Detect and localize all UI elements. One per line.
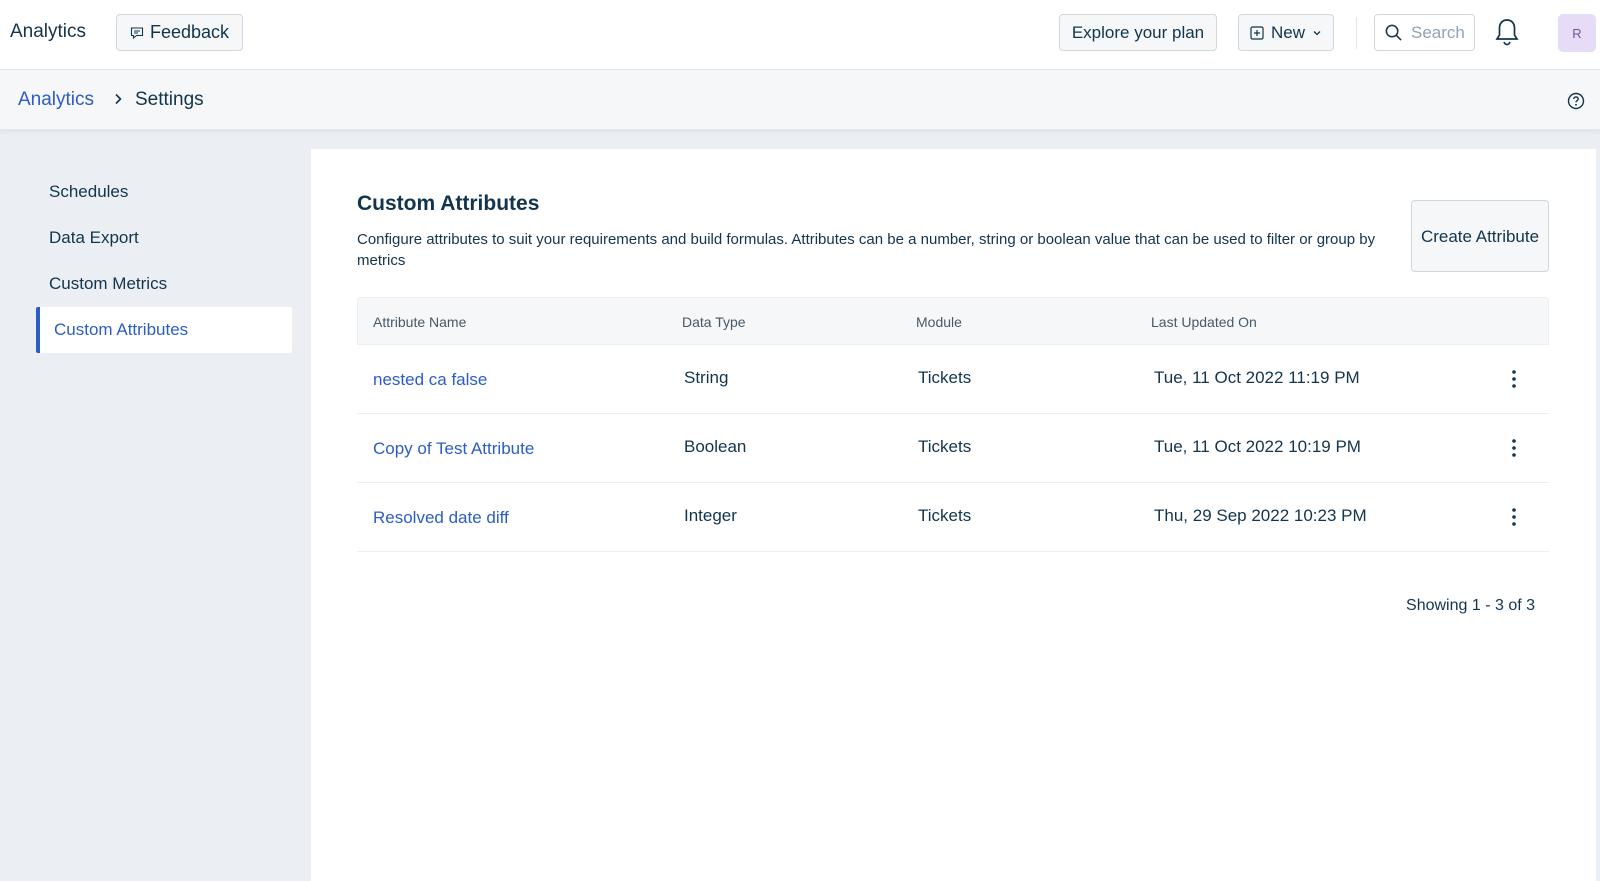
sidebar-item-schedules[interactable]: Schedules — [36, 169, 292, 215]
pagination-summary: Showing 1 - 3 of 3 — [1406, 597, 1535, 614]
help-icon[interactable] — [1567, 92, 1585, 110]
settings-sidebar: Schedules Data Export Custom Metrics Cus… — [17, 149, 311, 881]
header-data-type[interactable]: Data Type — [682, 314, 746, 330]
table-header: Attribute Name Data Type Module Last Upd… — [357, 297, 1549, 345]
last-updated-cell: Thu, 29 Sep 2022 10:23 PM — [1154, 506, 1367, 525]
data-type-cell: Integer — [684, 506, 737, 525]
page-title: Custom Attributes — [357, 192, 540, 215]
breadcrumb-analytics-link[interactable]: Analytics — [18, 89, 94, 111]
table-row: Resolved date diff Integer Tickets Thu, … — [357, 483, 1549, 552]
search-placeholder: Search — [1411, 22, 1465, 42]
data-type-cell: Boolean — [684, 437, 747, 456]
attribute-name-link[interactable]: nested ca false — [373, 370, 487, 390]
module-cell: Tickets — [918, 506, 972, 525]
main-content: Custom Attributes Configure attributes t… — [311, 149, 1596, 881]
avatar[interactable]: R — [1558, 14, 1596, 52]
table-row: nested ca false String Tickets Tue, 11 O… — [357, 345, 1549, 414]
header-module[interactable]: Module — [916, 314, 962, 330]
kebab-menu-icon[interactable] — [1502, 436, 1526, 460]
last-updated-cell: Tue, 11 Oct 2022 11:19 PM — [1154, 368, 1360, 387]
kebab-menu-icon[interactable] — [1502, 367, 1526, 391]
sidebar-item-custom-attributes[interactable]: Custom Attributes — [36, 307, 292, 353]
module-cell: Tickets — [918, 368, 972, 387]
new-label: New — [1270, 22, 1305, 42]
chevron-right-icon — [115, 93, 122, 105]
attributes-table: Attribute Name Data Type Module Last Upd… — [357, 297, 1549, 552]
bell-icon[interactable] — [1494, 17, 1520, 47]
search-input[interactable]: Search — [1374, 14, 1475, 51]
feedback-label: Feedback — [149, 22, 230, 42]
last-updated-cell: Tue, 11 Oct 2022 10:19 PM — [1154, 437, 1361, 456]
top-bar: Analytics Feedback Explore your plan New… — [0, 0, 1600, 70]
attribute-name-link[interactable]: Copy of Test Attribute — [373, 439, 534, 459]
kebab-menu-icon[interactable] — [1502, 505, 1526, 529]
app-title: Analytics — [10, 21, 87, 42]
attribute-name-link[interactable]: Resolved date diff — [373, 508, 509, 528]
create-attribute-button[interactable]: Create Attribute — [1411, 200, 1549, 272]
breadcrumb: Analytics Settings — [0, 70, 1600, 130]
sidebar-item-data-export[interactable]: Data Export — [36, 215, 292, 261]
header-attribute-name[interactable]: Attribute Name — [373, 314, 466, 330]
chevron-down-icon — [1313, 30, 1321, 35]
toolbar-divider — [1356, 17, 1357, 49]
new-button[interactable]: New — [1238, 14, 1334, 51]
breadcrumb-current: Settings — [135, 89, 204, 110]
feedback-icon — [130, 26, 144, 39]
header-last-updated[interactable]: Last Updated On — [1151, 314, 1257, 330]
plus-square-icon — [1250, 25, 1264, 40]
data-type-cell: String — [684, 368, 729, 387]
explore-plan-button[interactable]: Explore your plan — [1059, 14, 1217, 51]
search-icon — [1385, 24, 1402, 41]
module-cell: Tickets — [918, 437, 972, 456]
sidebar-item-custom-metrics[interactable]: Custom Metrics — [36, 261, 292, 307]
page-description: Configure attributes to suit your requir… — [357, 231, 1376, 269]
feedback-button[interactable]: Feedback — [116, 14, 243, 51]
table-row: Copy of Test Attribute Boolean Tickets T… — [357, 414, 1549, 483]
